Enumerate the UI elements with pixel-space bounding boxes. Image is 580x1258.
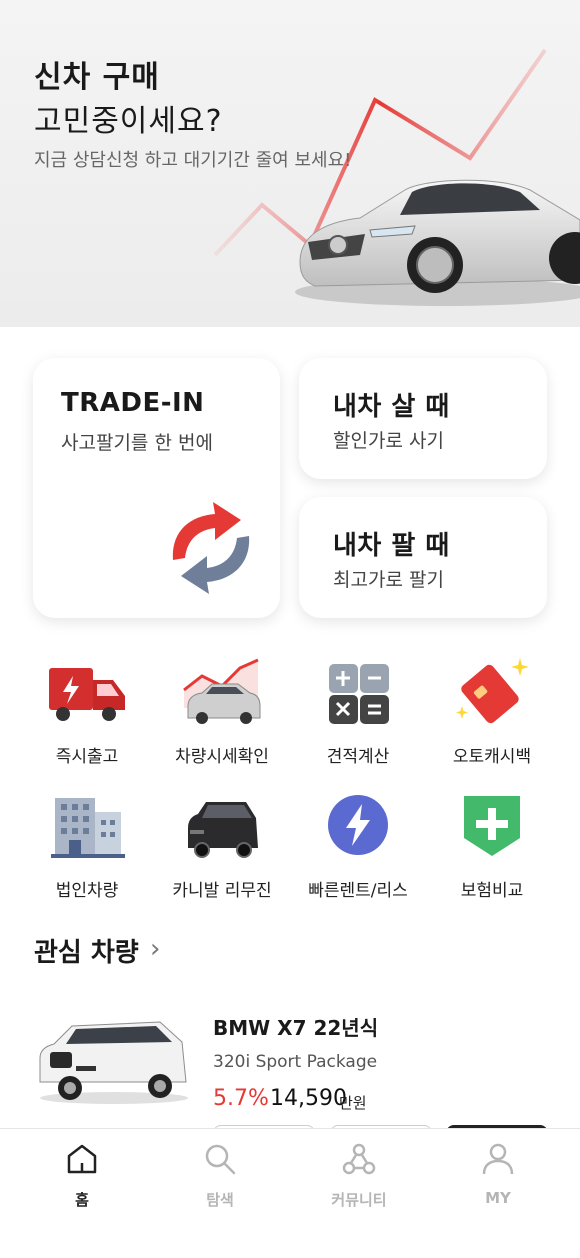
- nav-label: 탐색: [206, 1191, 234, 1209]
- menu-label: 차량시세확인: [175, 747, 269, 767]
- buy-subtitle: 할인가로 사기: [333, 430, 444, 452]
- card-sparkle-icon: [456, 658, 529, 724]
- sell-subtitle: 최고가로 팔기: [333, 569, 444, 591]
- menu-item-price-check[interactable]: 차량시세확인: [157, 656, 287, 776]
- nav-my[interactable]: MY: [438, 1141, 558, 1207]
- nav-label: 커뮤니티: [331, 1191, 387, 1209]
- menu-label: 보험비교: [460, 881, 524, 901]
- calculator-icon: [329, 664, 389, 724]
- menu-item-corporate[interactable]: 법인차량: [22, 790, 152, 910]
- car-price-chart-icon: [183, 658, 261, 724]
- van-icon: [188, 802, 258, 858]
- lightning-icon: [328, 795, 388, 855]
- nav-label: 홈: [75, 1191, 89, 1209]
- menu-item-instant-delivery[interactable]: 즉시출고: [22, 656, 152, 776]
- user-icon: [482, 1143, 514, 1175]
- menu-item-quick-rent[interactable]: 빠른렌트/리스: [293, 790, 423, 910]
- menu-item-cashback[interactable]: 오토캐시백: [427, 656, 557, 776]
- favorite-car-image[interactable]: [36, 1012, 191, 1104]
- tradein-title: TRADE-IN: [61, 388, 205, 418]
- menu-label: 오토캐시백: [452, 747, 532, 767]
- hero-title-line2: 고민중이세요?: [34, 104, 223, 139]
- favorite-car-price-unit: 만원: [339, 1094, 367, 1112]
- community-icon: [342, 1143, 376, 1175]
- menu-item-carnival-limousine[interactable]: 카니발 리무진: [157, 790, 287, 910]
- nav-community[interactable]: 커뮤니티: [299, 1141, 419, 1210]
- buy-card[interactable]: 내차 살 때 할인가로 사기: [299, 358, 547, 479]
- nav-home[interactable]: 홈: [22, 1141, 142, 1210]
- favorites-title[interactable]: 관심 차량: [34, 932, 139, 969]
- nav-search[interactable]: 탐색: [160, 1141, 280, 1210]
- sell-card[interactable]: 내차 팔 때 최고가로 팔기: [299, 497, 547, 618]
- favorite-car-price: 14,590: [270, 1086, 347, 1111]
- swap-arrows-icon: [172, 502, 250, 594]
- tradein-card[interactable]: TRADE-IN 사고팔기를 한 번에: [33, 358, 280, 618]
- menu-label: 법인차량: [55, 881, 119, 901]
- menu-label: 견적계산: [326, 747, 390, 767]
- favorite-car-rate: 5.7%: [213, 1086, 269, 1111]
- buy-title: 내차 살 때: [333, 392, 450, 422]
- menu-label: 빠른렌트/리스: [308, 881, 408, 901]
- building-icon: [51, 798, 125, 858]
- truck-icon: [49, 668, 125, 721]
- home-icon: [67, 1144, 97, 1174]
- favorite-car-trim: 320i Sport Package: [213, 1052, 378, 1072]
- favorite-car-name[interactable]: BMW X7 22년식: [213, 1012, 378, 1041]
- menu-item-insurance[interactable]: 보험비교: [427, 790, 557, 910]
- menu-label: 카니발 리무진: [172, 881, 272, 901]
- sell-title: 내차 팔 때: [333, 531, 450, 561]
- menu-item-estimate[interactable]: 견적계산: [293, 656, 423, 776]
- hero-title: 신차 구매: [34, 60, 160, 95]
- tradein-subtitle: 사고팔기를 한 번에: [61, 432, 213, 454]
- hero-subtitle: 지금 상담신청 하고 대기기간 줄여 보세요!: [34, 150, 352, 171]
- shield-plus-icon: [464, 796, 520, 856]
- hero-banner[interactable]: 신차 구매 고민중이세요? 지금 상담신청 하고 대기기간 줄여 보세요!: [0, 0, 580, 327]
- nav-label: MY: [485, 1189, 511, 1207]
- menu-label: 즉시출고: [55, 747, 119, 767]
- bottom-navigation: 홈 탐색 커뮤니티 MY: [0, 1128, 580, 1258]
- search-icon: [205, 1144, 236, 1175]
- chevron-right-icon[interactable]: ›: [150, 934, 160, 964]
